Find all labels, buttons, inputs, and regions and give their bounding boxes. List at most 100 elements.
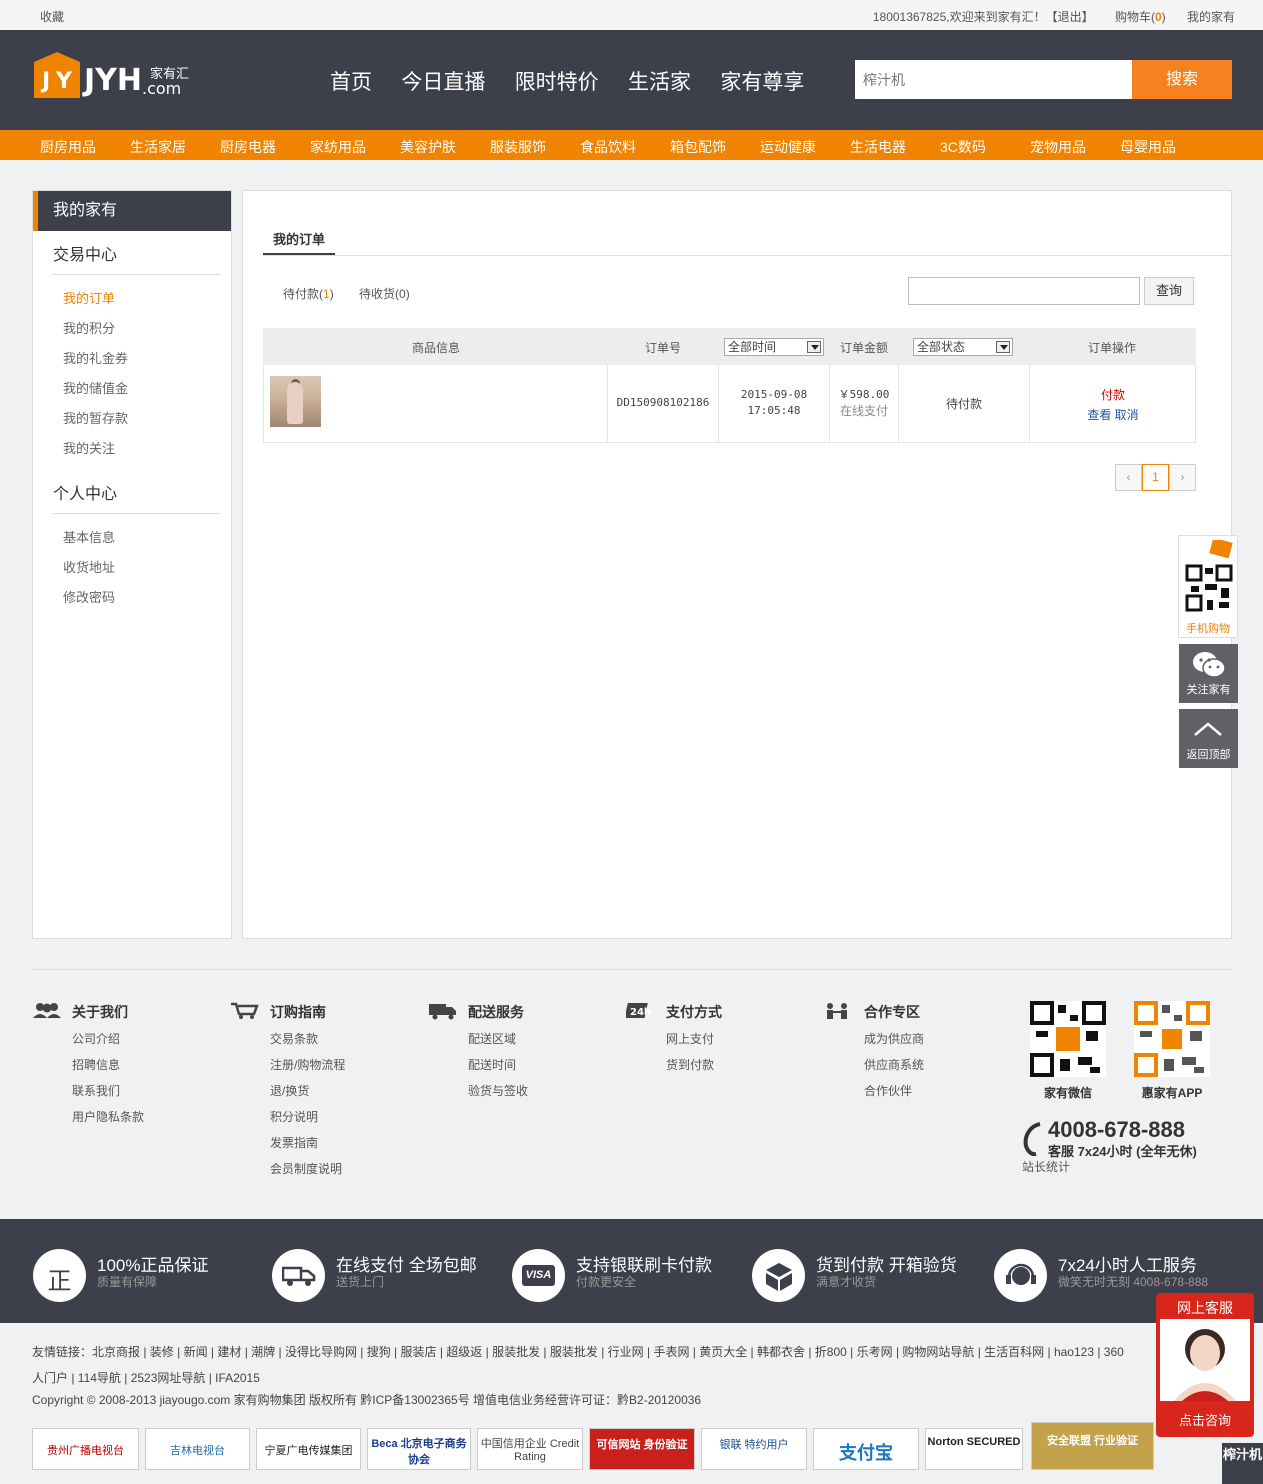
search-button[interactable]: 搜索	[1132, 60, 1232, 99]
footer-col-partner: 合作专区 成为供应商 供应商系统 合作伙伴	[824, 1002, 924, 1100]
filter-pending-payment[interactable]: 待付款(1)	[283, 285, 334, 302]
search-input[interactable]	[855, 60, 1133, 99]
footer-link[interactable]: 积分说明	[230, 1108, 345, 1126]
favorite-link[interactable]: 收藏	[40, 8, 64, 25]
badge-trusted-site[interactable]: 可信网站 身份验证	[589, 1428, 695, 1470]
view-link[interactable]: 查看	[1087, 408, 1111, 422]
site-logo[interactable]: J Y JYH 家有汇 .com	[32, 50, 192, 105]
page-1-button[interactable]: 1	[1142, 464, 1169, 491]
service-subtitle: 质量有保障	[97, 1275, 158, 1289]
query-button[interactable]: 查询	[1144, 277, 1194, 305]
footer-link[interactable]: 配送区域	[428, 1030, 528, 1048]
header: J Y JYH 家有汇 .com 首页 今日直播 限时特价 生活家 家有尊享 搜…	[0, 30, 1263, 130]
category-item[interactable]: 运动健康	[760, 137, 850, 157]
tab-my-orders[interactable]: 我的订单	[263, 229, 335, 256]
sidebar-item-profile[interactable]: 基本信息	[63, 527, 115, 546]
category-item[interactable]: 服装服饰	[490, 137, 580, 157]
category-item[interactable]: 美容护肤	[400, 137, 490, 157]
back-to-top-button[interactable]: 返回顶部	[1179, 709, 1238, 768]
footer-link[interactable]: 用户隐私条款	[32, 1108, 144, 1126]
nav-flash-sale[interactable]: 限时特价	[515, 71, 599, 94]
footer-link[interactable]: 交易条款	[230, 1030, 345, 1048]
badge-beca[interactable]: Beca 北京电子商务协会	[367, 1428, 471, 1470]
category-item[interactable]: 厨房用品	[40, 137, 130, 157]
orders-panel: 我的订单 待付款(1) 待收货(0) 查询 商品信息 订单号 全部时间 订单金额…	[242, 190, 1232, 939]
footer-link[interactable]: 会员制度说明	[230, 1160, 345, 1178]
category-item[interactable]: 箱包配饰	[670, 137, 760, 157]
logout-link[interactable]: 【退出】	[1046, 10, 1094, 24]
footer-link[interactable]: 退/换货	[230, 1082, 345, 1100]
truck-icon	[272, 1249, 325, 1302]
sidebar-item-password[interactable]: 修改密码	[63, 587, 115, 606]
category-item[interactable]: 3C数码	[940, 137, 1030, 157]
nav-live[interactable]: 今日直播	[401, 71, 485, 94]
sidebar-item-deposit[interactable]: 我的暂存款	[63, 408, 128, 427]
category-item[interactable]: 食品饮料	[580, 137, 670, 157]
friend-links-list[interactable]: 北京商报 | 装修 | 新闻 | 建材 | 潮牌 | 没得比导购网 | 搜狗 |…	[92, 1345, 1124, 1359]
friend-links-list[interactable]: 人门户 | 114导航 | 2523网址导航 | IFA2015	[32, 1371, 260, 1385]
order-time: 2015-09-08 17:05:48	[719, 387, 829, 419]
consult-button[interactable]: 点击咨询	[1156, 1410, 1254, 1429]
footer-link[interactable]: 合作伙伴	[824, 1082, 924, 1100]
status-filter-select[interactable]: 全部状态	[913, 338, 1013, 356]
user-links: 18001367825,欢迎来到家有汇！【退出】 购物车(0) 我的家有	[867, 8, 1235, 25]
cart-link[interactable]: 购物车(0)	[1115, 10, 1166, 24]
badge-credit-rating[interactable]: 中国信用企业 Credit Rating	[477, 1428, 583, 1470]
genuine-icon: 正	[33, 1249, 86, 1302]
badge-norton[interactable]: Norton SECURED	[925, 1428, 1023, 1470]
category-item[interactable]: 生活电器	[850, 137, 940, 157]
footer-link[interactable]: 招聘信息	[32, 1056, 144, 1074]
footer-link[interactable]: 发票指南	[230, 1134, 345, 1152]
category-item[interactable]: 生活家居	[130, 137, 220, 157]
sidebar-item-coupons[interactable]: 我的礼金券	[63, 348, 128, 367]
sidebar-item-orders[interactable]: 我的订单	[63, 288, 115, 307]
sidebar-item-points[interactable]: 我的积分	[63, 318, 115, 337]
badge-ningxia[interactable]: 宁夏广电传媒集团	[256, 1428, 361, 1470]
footer-link[interactable]: 注册/购物流程	[230, 1056, 345, 1074]
category-item[interactable]: 宠物用品	[1030, 137, 1120, 157]
footer-link[interactable]: 成为供应商	[824, 1030, 924, 1048]
footer-link[interactable]: 联系我们	[32, 1082, 144, 1100]
search-history-tag[interactable]: 榨汁机	[1222, 1443, 1263, 1484]
footer-col-guide: 订购指南 交易条款 注册/购物流程 退/换货 积分说明 发票指南 会员制度说明	[230, 1002, 345, 1178]
badge-jilin-tv[interactable]: 吉林电视台	[145, 1428, 250, 1470]
col-order-no: 订单号	[645, 341, 682, 355]
pay-link[interactable]: 付款	[1030, 385, 1196, 405]
footer-link[interactable]: 网上支付	[626, 1030, 722, 1048]
badge-security-alliance[interactable]: 安全联盟 行业验证	[1031, 1422, 1154, 1470]
cancel-link[interactable]: 取消	[1115, 408, 1139, 422]
badge-unionpay[interactable]: 银联 特约用户	[701, 1428, 807, 1470]
footer-link[interactable]: 配送时间	[428, 1056, 528, 1074]
follow-wechat-button[interactable]: 关注家有	[1179, 644, 1238, 703]
badge-alipay[interactable]: 支付宝	[813, 1428, 919, 1470]
nav-home[interactable]: 首页	[330, 71, 372, 94]
footer-link[interactable]: 供应商系统	[824, 1056, 924, 1074]
cart-close: )	[1161, 10, 1166, 24]
footer-link[interactable]: 验货与签收	[428, 1082, 528, 1100]
order-search-input[interactable]	[908, 277, 1140, 305]
online-service-widget[interactable]: 网上客服 点击咨询	[1156, 1293, 1254, 1437]
nav-life[interactable]: 生活家	[628, 71, 691, 94]
badge-label: 银联 特约用户	[719, 1439, 789, 1451]
sidebar-item-follows[interactable]: 我的关注	[63, 438, 115, 457]
my-jyh-link[interactable]: 我的家有	[1187, 10, 1235, 24]
category-item[interactable]: 厨房电器	[220, 137, 310, 157]
product-thumbnail[interactable]	[270, 376, 321, 427]
footer-link[interactable]: 货到付款	[626, 1056, 722, 1074]
service-subtitle: 付款更安全	[576, 1275, 637, 1289]
filter-pending-receipt[interactable]: 待收货(0)	[359, 285, 410, 302]
badge-guizhou-tv[interactable]: 贵州广播电视台	[32, 1428, 139, 1470]
footer-col-about: 关于我们 公司介绍 招聘信息 联系我们 用户隐私条款	[32, 1002, 144, 1126]
top-bar: 收藏 18001367825,欢迎来到家有汇！【退出】 购物车(0) 我的家有	[0, 0, 1263, 30]
sidebar-item-address[interactable]: 收货地址	[63, 557, 115, 576]
footer-link[interactable]: 公司介绍	[32, 1030, 144, 1048]
prev-page-button[interactable]: ‹	[1115, 464, 1142, 491]
mobile-shopping-widget[interactable]: 手机购物	[1178, 535, 1238, 638]
sidebar-item-stored-value[interactable]: 我的储值金	[63, 378, 128, 397]
stats-link[interactable]: 站长统计	[1022, 1158, 1070, 1175]
nav-vip[interactable]: 家有尊享	[720, 71, 804, 94]
time-filter-select[interactable]: 全部时间	[724, 338, 824, 356]
category-item[interactable]: 母婴用品	[1120, 137, 1210, 157]
next-page-button[interactable]: ›	[1169, 464, 1196, 491]
category-item[interactable]: 家纺用品	[310, 137, 400, 157]
